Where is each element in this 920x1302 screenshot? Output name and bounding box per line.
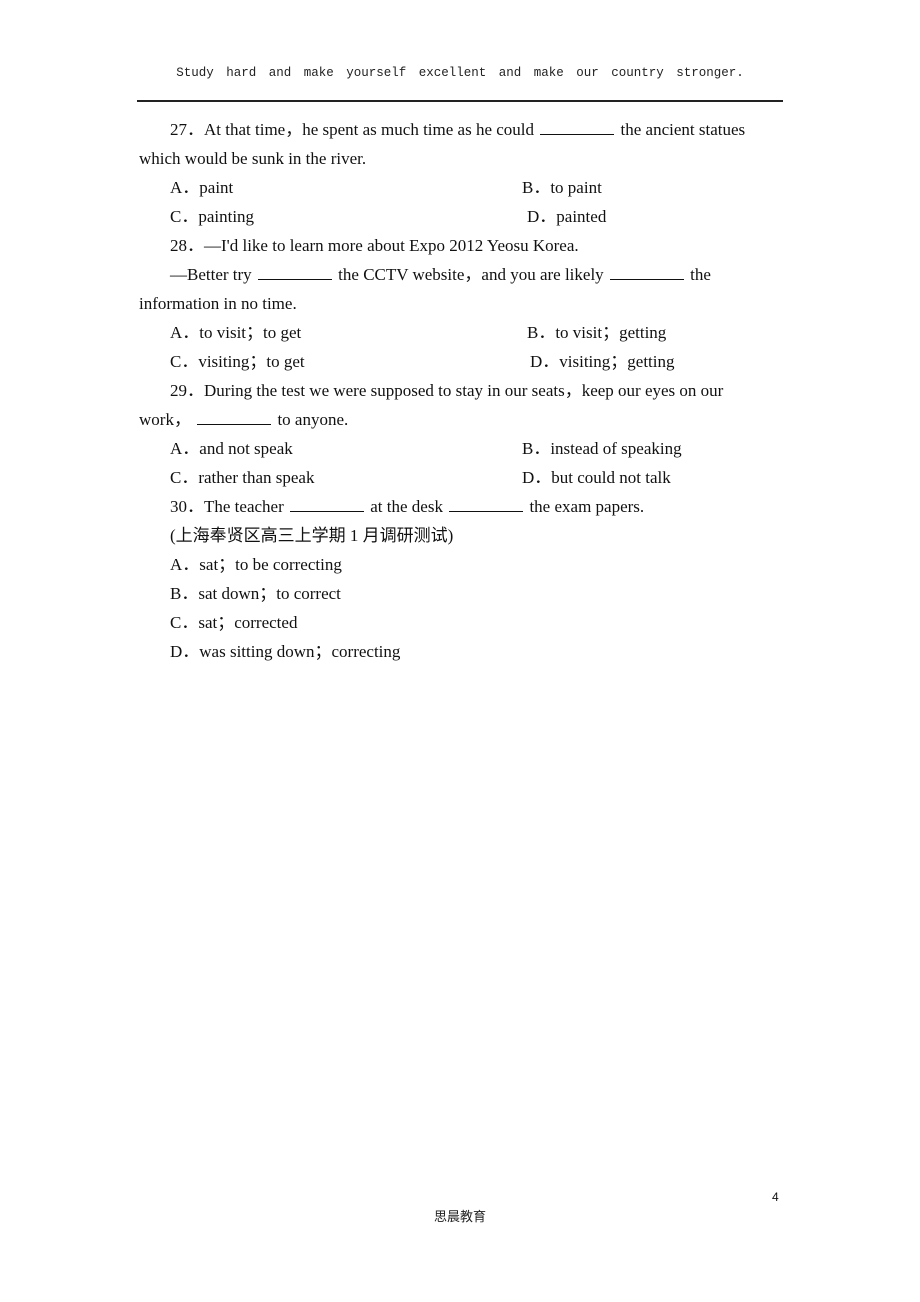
question-text: to anyone. [277,410,349,429]
question-28-stem-cont: information in no time. [139,294,297,313]
option-b: B．to paint [522,178,602,197]
question-text: the ancient statues [620,120,746,139]
option-a: A．paint [170,178,234,197]
answer-blank [449,495,524,512]
option-c: C．painting [170,207,255,226]
option-d: D．painted [527,207,607,226]
option-d: D．but could not talk [522,468,671,487]
footer-publisher: 思晨教育 [433,1210,486,1225]
question-number: 27． [170,120,204,139]
answer-blank [290,495,364,512]
question-text: the [690,265,711,284]
answer-blank [197,408,272,425]
question-text: at the desk [370,497,443,516]
question-27-options-row2: C．painting D．painted [139,202,784,231]
question-text: work， [139,410,191,429]
page-header-motto: Study hard and make yourself excellent a… [176,66,744,80]
question-text: The teacher [204,497,284,516]
question-text: —Better try [170,265,252,284]
question-text: the exam papers. [529,497,645,516]
answer-blank [257,263,332,280]
question-29-stem-cont: work， to anyone. [139,405,784,434]
question-text: At that time，he spent as much time as he… [204,120,535,139]
option-a: A．sat；to be correcting [170,555,342,574]
question-29-options-row1: A．and not speak B．instead of speaking [139,434,784,463]
question-28-dialogue: —Better try the CCTV website，and you are… [139,260,784,289]
question-27-stem: 27．At that time，he spent as much time as… [139,115,784,144]
question-27-stem-cont: which would be sunk in the river. [139,149,367,168]
option-d: D．was sitting down；correcting [170,642,401,661]
question-number: 30． [170,497,204,516]
answer-blank [540,118,615,135]
option-b: B．instead of speaking [522,439,682,458]
question-29-stem: 29．During the test we were supposed to s… [139,376,784,405]
option-c: C．sat；corrected [170,613,298,632]
option-b: B．sat down；to correct [170,584,341,603]
question-text: the CCTV website，and you are likely [338,265,604,284]
question-28-options-row1: A．to visit；to get B．to visit；getting [139,318,784,347]
option-c: C．visiting；to get [170,352,305,371]
question-text: During the test we were supposed to stay… [204,381,724,400]
option-b: B．to visit；getting [527,323,667,342]
answer-blank [609,263,684,280]
question-number: 28． [170,236,204,255]
option-c: C．rather than speak [170,468,315,487]
option-d: D．visiting；getting [530,352,675,371]
question-28-stem: 28．—I'd like to learn more about Expo 20… [139,231,784,260]
header-rule [137,100,783,102]
question-30-source: (上海奉贤区高三上学期 1 月调研测试) [170,526,454,545]
page-number: 4 [772,1190,779,1204]
option-a: A．to visit；to get [170,323,302,342]
question-number: 29． [170,381,204,400]
question-30-stem: 30．The teacher at the desk the exam pape… [139,492,784,521]
document-body: 27．At that time，he spent as much time as… [139,115,784,666]
option-a: A．and not speak [170,439,293,458]
question-29-options-row2: C．rather than speak D．but could not talk [139,463,784,492]
question-28-options-row2: C．visiting；to get D．visiting；getting [139,347,784,376]
question-text: —I'd like to learn more about Expo 2012 … [204,236,579,255]
question-27-options-row1: A．paint B．to paint [139,173,784,202]
